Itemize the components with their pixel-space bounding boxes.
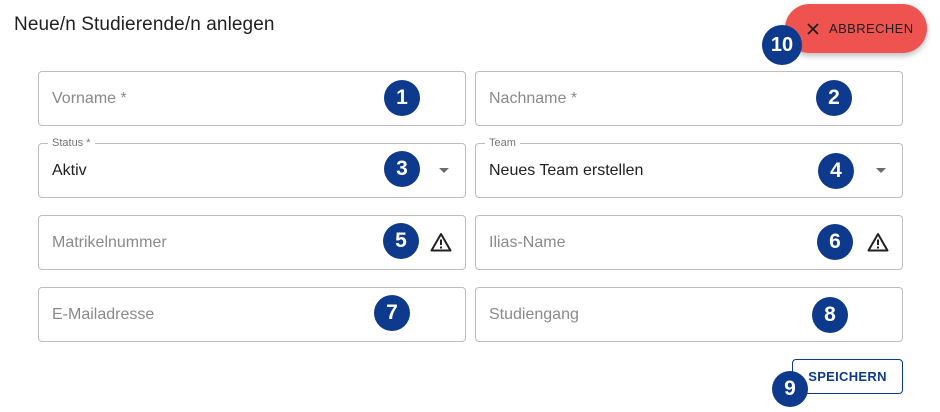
warning-triangle-icon — [867, 233, 889, 252]
annotation-badge-10: 10 — [762, 25, 802, 65]
annotation-badge-9: 9 — [772, 371, 808, 407]
annotation-badge-4: 4 — [818, 153, 854, 189]
annotation-badge-1: 1 — [384, 80, 420, 116]
email-placeholder: E-Mailadresse — [52, 306, 155, 323]
warning-triangle-icon — [430, 233, 452, 252]
team-value: Neues Team erstellen — [489, 162, 644, 179]
annotation-badge-3: 3 — [384, 151, 420, 187]
cancel-button-label: ABBRECHEN — [829, 21, 914, 36]
annotation-badge-2: 2 — [816, 80, 852, 116]
annotation-badge-6: 6 — [817, 224, 853, 260]
vorname-placeholder: Vorname * — [52, 90, 127, 107]
annotation-badge-5: 5 — [383, 223, 419, 259]
caret-down-icon — [439, 168, 449, 173]
status-value: Aktiv — [52, 162, 87, 179]
caret-down-icon — [876, 168, 886, 173]
ilias-name-placeholder: Ilias-Name — [489, 234, 566, 251]
close-icon — [807, 22, 819, 35]
save-button[interactable]: SPEICHERN — [792, 359, 903, 394]
annotation-badge-8: 8 — [812, 297, 848, 333]
nachname-placeholder: Nachname * — [489, 90, 578, 107]
matrikelnummer-placeholder: Matrikelnummer — [52, 234, 167, 251]
annotation-badge-7: 7 — [374, 295, 410, 331]
dialog-title: Neue/n Studierende/n anlegen — [14, 14, 275, 35]
studiengang-placeholder: Studiengang — [489, 306, 579, 323]
cancel-button[interactable]: ABBRECHEN — [785, 4, 927, 53]
